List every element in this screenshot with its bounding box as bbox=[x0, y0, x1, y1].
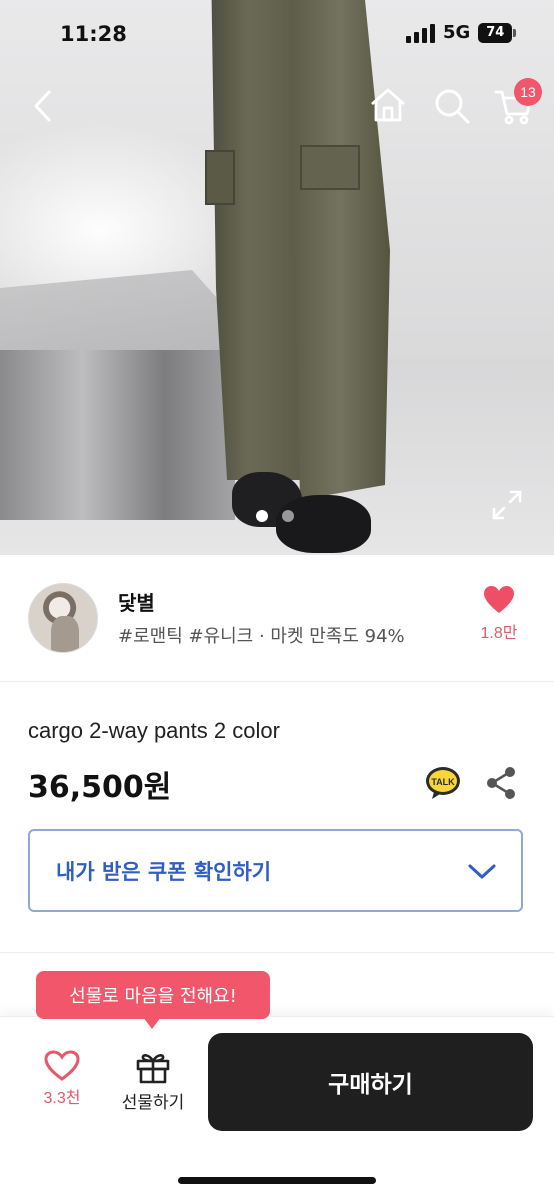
chevron-down-icon bbox=[468, 864, 496, 878]
coupon-label: 내가 받은 쿠폰 확인하기 bbox=[56, 859, 272, 884]
home-indicator[interactable] bbox=[178, 1177, 376, 1184]
heart-icon bbox=[484, 586, 514, 613]
cargo-pocket-left bbox=[205, 150, 235, 205]
gallery-dot[interactable] bbox=[282, 510, 294, 522]
gift-tooltip-tail bbox=[143, 1017, 161, 1029]
shop-avatar[interactable] bbox=[28, 583, 98, 653]
wish-count: 3.3천 bbox=[43, 1090, 81, 1107]
metal-box-front bbox=[0, 350, 235, 520]
buy-button[interactable]: 구매하기 bbox=[208, 1033, 533, 1131]
svg-text:TALK: TALK bbox=[431, 777, 455, 787]
cargo-pocket-right bbox=[300, 145, 360, 190]
shop-like-count: 1.8만 bbox=[480, 625, 518, 642]
gift-icon bbox=[136, 1054, 170, 1084]
shop-like-button[interactable]: 1.8만 bbox=[474, 585, 524, 655]
search-icon[interactable] bbox=[430, 84, 474, 128]
expand-icon[interactable] bbox=[490, 488, 524, 522]
gallery-pagination bbox=[256, 510, 294, 522]
gift-tooltip[interactable]: 선물로 마음을 전해요! bbox=[36, 971, 270, 1019]
home-icon[interactable] bbox=[366, 84, 410, 128]
signal-icon bbox=[406, 23, 435, 43]
battery-icon: 74 bbox=[478, 22, 517, 43]
heart-outline-icon bbox=[44, 1050, 80, 1081]
share-icon[interactable] bbox=[485, 766, 517, 800]
section-divider bbox=[0, 952, 554, 953]
product-price: 36,500원 bbox=[28, 770, 172, 805]
battery-level: 74 bbox=[478, 22, 513, 43]
product-name: cargo 2-way pants 2 color bbox=[28, 718, 280, 743]
coupon-button[interactable]: 내가 받은 쿠폰 확인하기 bbox=[28, 829, 523, 912]
gallery-dot-active[interactable] bbox=[256, 510, 268, 522]
status-time: 11:28 bbox=[60, 22, 127, 46]
kakaotalk-icon[interactable]: TALK bbox=[425, 766, 461, 800]
gift-label: 선물하기 bbox=[121, 1093, 185, 1113]
gift-button[interactable]: 선물하기 bbox=[112, 1050, 194, 1120]
cart-badge: 13 bbox=[514, 78, 542, 106]
shop-name[interactable]: 닻별 bbox=[118, 587, 155, 616]
back-icon[interactable] bbox=[24, 84, 68, 128]
network-label: 5G bbox=[443, 22, 471, 43]
pants-right-leg bbox=[290, 0, 390, 500]
shop-info[interactable]: 닻별 #로맨틱 #유니크 · 마켓 만족도 94% 1.8만 bbox=[0, 555, 554, 682]
shop-tags: #로맨틱 #유니크 · 마켓 만족도 94% bbox=[118, 626, 405, 647]
wish-button[interactable]: 3.3천 bbox=[32, 1050, 92, 1120]
status-indicators: 5G 74 bbox=[405, 22, 517, 43]
shoe-right bbox=[276, 495, 371, 553]
